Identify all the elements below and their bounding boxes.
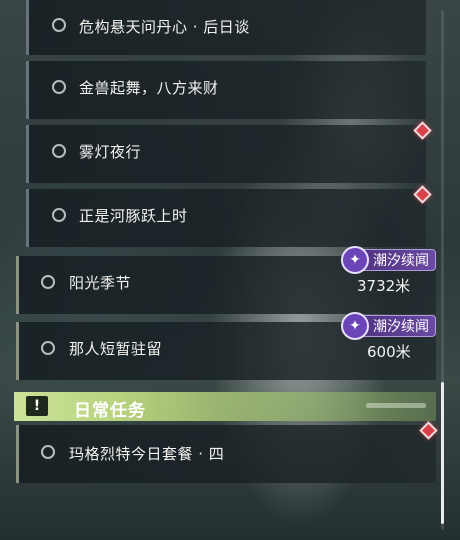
- quest-label: 金兽起舞，八方来财: [79, 79, 219, 97]
- quest-label: 阳光季节: [69, 274, 132, 292]
- badge-label: 潮汐续闻: [373, 253, 429, 269]
- quest-radio-icon[interactable]: [52, 80, 66, 94]
- quest-distance: 3732米: [357, 277, 411, 295]
- quest-radio-icon[interactable]: [41, 445, 55, 459]
- quest-radio-icon[interactable]: [41, 275, 55, 289]
- quest-radio-icon[interactable]: [52, 144, 66, 158]
- quest-radio-icon[interactable]: [41, 341, 55, 355]
- quest-item[interactable]: 危构悬天问丹心 · 后日谈: [26, 0, 426, 55]
- quest-label: 危构悬天问丹心 · 后日谈: [79, 18, 250, 36]
- tidal-event-badge: ✦ 潮汐续闻: [341, 246, 436, 274]
- daily-quests-header[interactable]: ! 日常任务: [14, 392, 436, 421]
- quest-distance: 600米: [367, 343, 411, 361]
- quest-item[interactable]: 金兽起舞，八方来财: [26, 61, 426, 119]
- exclamation-icon: !: [26, 396, 48, 416]
- section-hint-bar: [366, 403, 426, 408]
- tidal-sparkle-icon: ✦: [341, 246, 369, 274]
- daily-quest-item[interactable]: 玛格烈特今日套餐 · 四: [16, 425, 436, 483]
- quest-label: 那人短暂驻留: [69, 340, 163, 358]
- quest-label: 玛格烈特今日套餐 · 四: [69, 445, 225, 463]
- badge-label: 潮汐续闻: [373, 319, 429, 335]
- section-title: 日常任务: [74, 401, 146, 421]
- tidal-event-badge: ✦ 潮汐续闻: [341, 312, 436, 340]
- quest-label: 正是河豚跃上时: [79, 207, 188, 225]
- quest-item[interactable]: 雾灯夜行: [26, 125, 426, 183]
- quest-radio-icon[interactable]: [52, 208, 66, 222]
- tidal-sparkle-icon: ✦: [341, 312, 369, 340]
- quest-label: 雾灯夜行: [79, 143, 142, 161]
- quest-item[interactable]: 正是河豚跃上时: [26, 189, 426, 247]
- scrollbar-thumb[interactable]: [441, 382, 444, 524]
- quest-radio-icon[interactable]: [52, 18, 66, 32]
